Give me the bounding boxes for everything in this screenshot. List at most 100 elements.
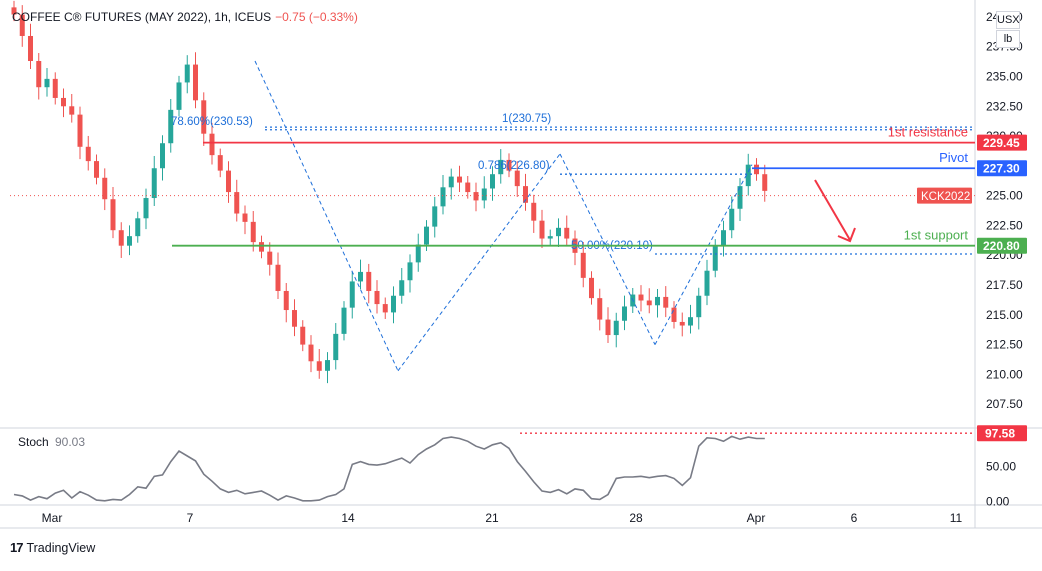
fib-label: 78.60%(230.53) [171, 116, 253, 128]
candle-body [679, 321, 685, 326]
candle-body [151, 168, 157, 199]
stoch-value: 90.03 [55, 435, 85, 449]
candle-body [44, 78, 50, 88]
candle-body [762, 174, 768, 191]
candle-body [556, 227, 561, 237]
candle-body [118, 230, 124, 246]
candle-body [580, 252, 586, 278]
fib-label: 0.786(226.80) [478, 160, 550, 172]
candle-body [646, 300, 652, 306]
candle-body [52, 78, 58, 98]
candle-body [514, 170, 520, 187]
candle-body [300, 326, 306, 345]
candle-body [77, 114, 83, 147]
candle-body [127, 236, 132, 246]
tradingview-icon: 17 [10, 540, 24, 555]
candle-body [613, 320, 619, 336]
candle-body [349, 281, 355, 308]
candle-body [275, 264, 281, 291]
candle-body [110, 199, 116, 231]
candle-body [432, 206, 438, 227]
candle-body [490, 174, 495, 189]
candle-body [242, 213, 248, 222]
candle-body [465, 182, 471, 193]
y-tick-label: 235.00 [986, 69, 1023, 83]
candle-body [754, 164, 759, 175]
down-arrow-annotation [814, 179, 856, 243]
candle-body [143, 198, 149, 219]
candle-body [69, 106, 75, 115]
stoch-y-tick-label: 0.00 [986, 495, 1010, 509]
y-tick-label: 232.50 [986, 99, 1023, 113]
level-label-1: Pivot [939, 150, 968, 165]
candle-body [61, 97, 66, 107]
currency-unit-button[interactable]: USX [996, 11, 1020, 29]
fib-label: 1(230.75) [502, 113, 551, 125]
candle-body [547, 236, 553, 239]
candle-body [391, 295, 396, 313]
x-tick-label: 14 [341, 511, 355, 525]
candle-body [440, 187, 446, 207]
symbol-title: COFFEE C® FUTURES (MAY 2022), 1h, ICEUS [12, 10, 272, 24]
fib-swing-line [654, 164, 753, 345]
candle-body [184, 64, 190, 83]
candle-body [712, 245, 718, 271]
x-tick-label: 7 [187, 511, 194, 525]
y-tick-label: 210.00 [986, 367, 1023, 381]
price-change: −0.75 (−0.33%) [275, 10, 358, 24]
candle-body [292, 310, 297, 327]
candle-body [193, 64, 198, 101]
candle-body [589, 277, 594, 299]
candle-body [358, 271, 363, 282]
candle-body [663, 296, 669, 308]
candle-body [160, 143, 165, 169]
candle-body [655, 296, 660, 306]
candle-body [671, 307, 677, 322]
y-tick-label: 207.50 [986, 397, 1023, 411]
stoch-line [13, 435, 765, 502]
y-tick-label: 212.50 [986, 338, 1023, 352]
candle-body [457, 176, 462, 183]
tradingview-logo[interactable]: 17 TradingView [10, 540, 95, 555]
candle-body [407, 262, 413, 281]
candle-body [721, 230, 726, 246]
fib-swing-line [397, 153, 561, 372]
candle-body [382, 304, 388, 313]
measure-unit-button[interactable]: lb [996, 30, 1020, 48]
candle-body [28, 35, 33, 62]
y-tick-label: 215.00 [986, 308, 1023, 322]
candle-body [94, 161, 99, 178]
candle-body [415, 244, 421, 263]
candle-body [531, 202, 537, 221]
x-tick-label: 21 [485, 511, 499, 525]
candle-body [366, 271, 372, 291]
candle-body [704, 270, 710, 296]
candle-body [399, 280, 405, 296]
candle-body [333, 333, 339, 361]
candle-body [688, 317, 693, 326]
level-price-label: 220.80 [983, 239, 1020, 253]
x-tick-label: 6 [851, 511, 858, 525]
candle-body [374, 290, 380, 305]
chart-area[interactable]: 207.50 210.00 212.50 215.00 217.50 220.00 222.… [0, 0, 1042, 566]
arrow-shaft [814, 179, 851, 241]
candle-body [638, 294, 644, 301]
x-tick-label: 11 [950, 511, 963, 525]
candle-body [622, 306, 627, 321]
candle-body [217, 155, 223, 171]
candle-body [209, 133, 215, 156]
candle-body [341, 307, 347, 334]
stoch-title: Stoch [18, 435, 49, 449]
candle-body [424, 226, 429, 245]
candle-body [597, 298, 603, 320]
level-price-label: 229.45 [983, 136, 1020, 150]
level-label-0: 1st resistance [888, 125, 968, 140]
y-tick-label: 217.50 [986, 278, 1023, 292]
candle-body [564, 227, 570, 239]
candle-body [85, 146, 91, 162]
candle-body [316, 361, 322, 371]
candle-body [259, 242, 264, 252]
x-tick-label: Apr [747, 511, 766, 525]
candle-body [176, 82, 182, 110]
chart-svg[interactable]: 207.50210.00212.50215.00217.50220.00222.… [0, 0, 1042, 566]
